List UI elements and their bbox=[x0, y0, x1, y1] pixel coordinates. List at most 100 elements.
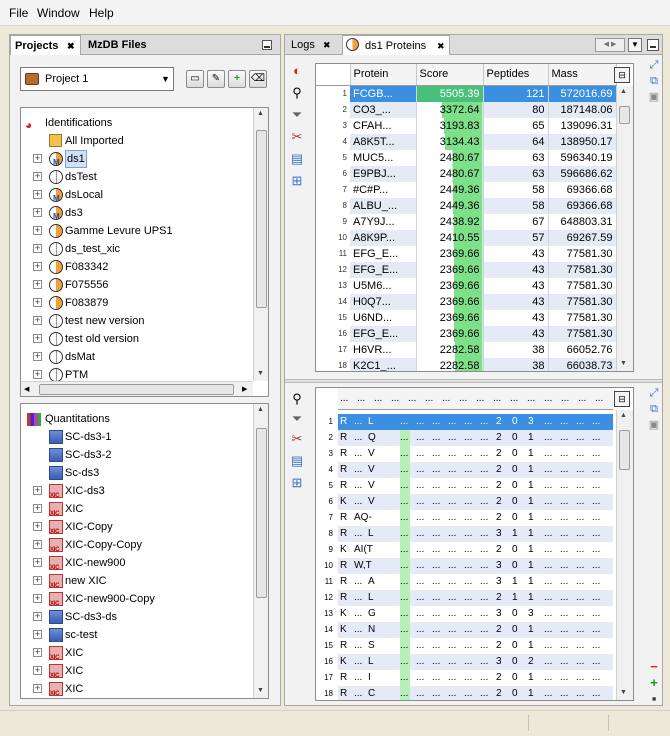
peptides-cell[interactable]: 63 bbox=[483, 165, 549, 182]
peptides-cell[interactable]: 65 bbox=[483, 117, 549, 134]
tab-mzdb-files[interactable]: MzDB Files bbox=[84, 35, 170, 55]
peptides-cell[interactable]: 43 bbox=[483, 245, 549, 262]
charge-cell[interactable]: 2 bbox=[496, 510, 502, 526]
hidden-cell[interactable]: ... bbox=[576, 478, 584, 494]
residue-before-cell[interactable]: R bbox=[340, 638, 347, 654]
hidden-cell[interactable]: ... bbox=[416, 590, 424, 606]
score-cell[interactable]: 3193.83 bbox=[416, 117, 484, 134]
hidden-cell[interactable]: ... bbox=[448, 558, 456, 574]
score-cell[interactable]: 5505.39 bbox=[416, 85, 484, 102]
hidden-cell[interactable]: ... bbox=[400, 606, 408, 622]
residue-before-cell[interactable]: K bbox=[340, 542, 347, 558]
mass-cell[interactable]: 187148.06 bbox=[548, 101, 617, 118]
sequence-cell[interactable]: ... bbox=[354, 446, 362, 462]
hidden-cell[interactable]: ... bbox=[480, 478, 488, 494]
hidden-cell[interactable]: ... bbox=[592, 542, 600, 558]
hidden-cell[interactable]: ... bbox=[432, 622, 440, 638]
hidden-cell[interactable]: ... bbox=[432, 510, 440, 526]
hidden-cell[interactable]: ... bbox=[464, 606, 472, 622]
hidden-cell[interactable]: ... bbox=[432, 638, 440, 654]
residue-after-cell[interactable]: V bbox=[368, 494, 375, 510]
expand-icon[interactable]: ⤢ bbox=[646, 57, 662, 73]
peptides-cell[interactable]: 43 bbox=[483, 293, 549, 310]
hidden-cell[interactable]: ... bbox=[544, 430, 552, 446]
remove-icon[interactable]: − bbox=[646, 659, 662, 675]
table-row[interactable]: 1 R... L.................. 2 0 3............ bbox=[316, 414, 614, 430]
hidden-cell[interactable]: ... bbox=[544, 638, 552, 654]
menu-file[interactable]: File bbox=[9, 6, 28, 20]
hidden-cell[interactable]: ... bbox=[480, 638, 488, 654]
charge-cell[interactable]: 2 bbox=[496, 446, 502, 462]
hidden-cell[interactable]: ... bbox=[416, 478, 424, 494]
hidden-cell[interactable]: ... bbox=[576, 638, 584, 654]
hidden-cell[interactable]: ... bbox=[592, 558, 600, 574]
table-row[interactable]: 10 A8K9P... 2410.55 57 69267.59 bbox=[316, 229, 617, 246]
hidden-cell[interactable]: ... bbox=[592, 606, 600, 622]
column-header[interactable]: ... bbox=[459, 393, 467, 404]
hidden-cell[interactable]: ... bbox=[432, 526, 440, 542]
mass-cell[interactable]: 69267.59 bbox=[548, 229, 617, 246]
hidden-cell[interactable]: ... bbox=[480, 686, 488, 700]
hidden-cell[interactable]: ... bbox=[432, 414, 440, 430]
search-icon[interactable]: ⚲ bbox=[289, 391, 305, 407]
count-cell[interactable]: 1 bbox=[528, 622, 534, 638]
hidden-cell[interactable]: ... bbox=[592, 526, 600, 542]
residue-before-cell[interactable]: R bbox=[340, 510, 347, 526]
residue-before-cell[interactable]: K bbox=[340, 606, 347, 622]
hidden-cell[interactable]: ... bbox=[480, 622, 488, 638]
column-header[interactable]: ... bbox=[391, 393, 399, 404]
tree-item[interactable]: + XIC XIC bbox=[25, 500, 253, 518]
tree-item[interactable]: + test old version bbox=[25, 330, 253, 348]
hidden-cell[interactable]: ... bbox=[416, 462, 424, 478]
score-cell[interactable]: 3134.43 bbox=[416, 133, 484, 150]
table-row[interactable]: 2 R... Q.................. 2 0 1............ bbox=[316, 430, 614, 446]
table-row[interactable]: 8 R... L.................. 3 1 1............ bbox=[316, 526, 614, 542]
charge-cell[interactable]: 2 bbox=[496, 462, 502, 478]
score-cell[interactable]: 2369.66 bbox=[416, 325, 484, 342]
charge-cell[interactable]: 2 bbox=[496, 478, 502, 494]
hidden-cell[interactable]: ... bbox=[480, 430, 488, 446]
hidden-cell[interactable]: ... bbox=[544, 574, 552, 590]
charge-cell[interactable]: 3 bbox=[496, 606, 502, 622]
hidden-cell[interactable]: ... bbox=[448, 510, 456, 526]
tree-item[interactable]: All Imported bbox=[25, 132, 253, 150]
count-cell[interactable]: 1 bbox=[528, 494, 534, 510]
tree-item[interactable]: + sc-test bbox=[25, 626, 253, 644]
score-cell[interactable]: 2410.55 bbox=[416, 229, 484, 246]
hidden-cell[interactable]: ... bbox=[416, 526, 424, 542]
hidden-cell[interactable]: ... bbox=[464, 574, 472, 590]
hidden-cell[interactable]: ... bbox=[464, 686, 472, 700]
hidden-cell[interactable]: ... bbox=[400, 542, 408, 558]
column-chooser-icon[interactable]: ⊟ bbox=[614, 67, 630, 83]
expand-icon[interactable]: + bbox=[33, 522, 42, 531]
hidden-cell[interactable]: ... bbox=[432, 446, 440, 462]
hidden-cell[interactable]: ... bbox=[576, 654, 584, 670]
hidden-cell[interactable]: ... bbox=[448, 414, 456, 430]
dock-icon[interactable]: ▣ bbox=[646, 89, 662, 105]
vertical-scrollbar[interactable]: ▲ ▼ bbox=[616, 86, 633, 371]
hidden-cell[interactable]: ... bbox=[464, 430, 472, 446]
tree-item[interactable]: + XIC XIC bbox=[25, 644, 253, 662]
protein-cell[interactable]: CO3_... bbox=[350, 101, 417, 118]
hidden-cell[interactable]: ... bbox=[592, 478, 600, 494]
mass-cell[interactable]: 596686.62 bbox=[548, 165, 617, 182]
column-header-peptides[interactable]: Peptides bbox=[483, 64, 549, 86]
table-row[interactable]: 15 U6ND... 2369.66 43 77581.30 bbox=[316, 309, 617, 326]
score-cell[interactable]: 2282.58 bbox=[416, 341, 484, 358]
hidden-cell[interactable]: ... bbox=[576, 494, 584, 510]
tree-item[interactable]: + XIC new XIC bbox=[25, 572, 253, 590]
hidden-cell[interactable]: ... bbox=[544, 462, 552, 478]
hidden-cell[interactable]: ... bbox=[576, 430, 584, 446]
charge-cell[interactable]: 3 bbox=[496, 558, 502, 574]
count-cell[interactable]: 1 bbox=[528, 638, 534, 654]
expand-icon[interactable]: + bbox=[33, 334, 42, 343]
hidden-cell[interactable]: ... bbox=[432, 654, 440, 670]
residue-before-cell[interactable]: R bbox=[340, 686, 347, 700]
tree-item[interactable]: + XIC XIC-new900-Copy bbox=[25, 590, 253, 608]
tree-item[interactable]: + XIC XIC-Copy bbox=[25, 518, 253, 536]
hidden-cell[interactable]: ... bbox=[448, 462, 456, 478]
hidden-cell[interactable]: ... bbox=[400, 686, 408, 700]
tree-item[interactable]: + Mds3 bbox=[25, 204, 253, 222]
hidden-cell[interactable]: ... bbox=[480, 574, 488, 590]
sequence-cell[interactable]: AQ- bbox=[354, 510, 372, 526]
